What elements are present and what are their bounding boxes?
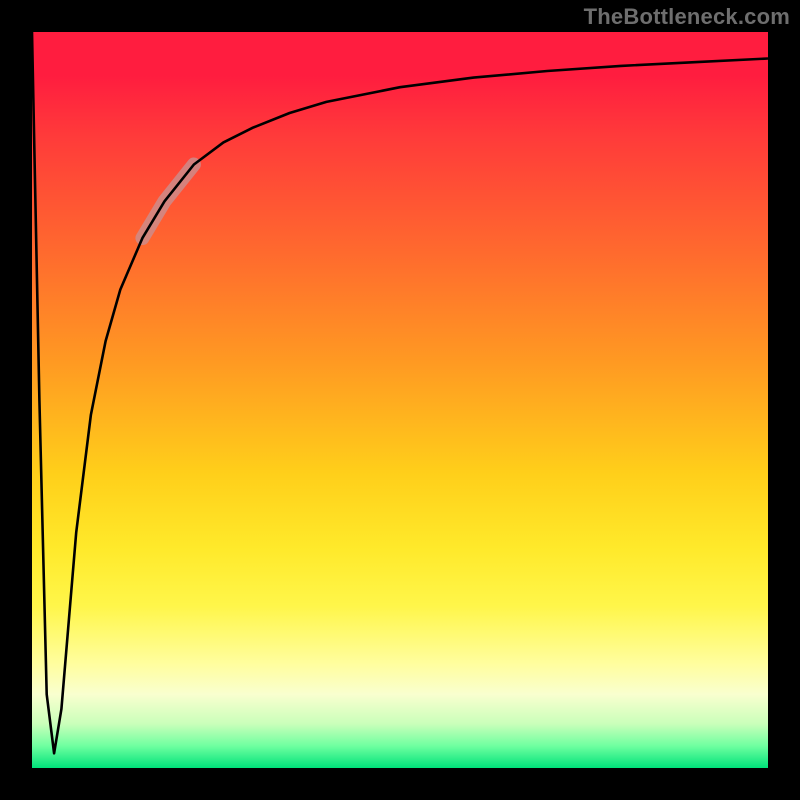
- chart-frame: TheBottleneck.com: [0, 0, 800, 800]
- plot-area: [32, 32, 768, 768]
- attribution-text: TheBottleneck.com: [584, 4, 790, 30]
- main-curve: [32, 32, 768, 753]
- curve-layer: [32, 32, 768, 768]
